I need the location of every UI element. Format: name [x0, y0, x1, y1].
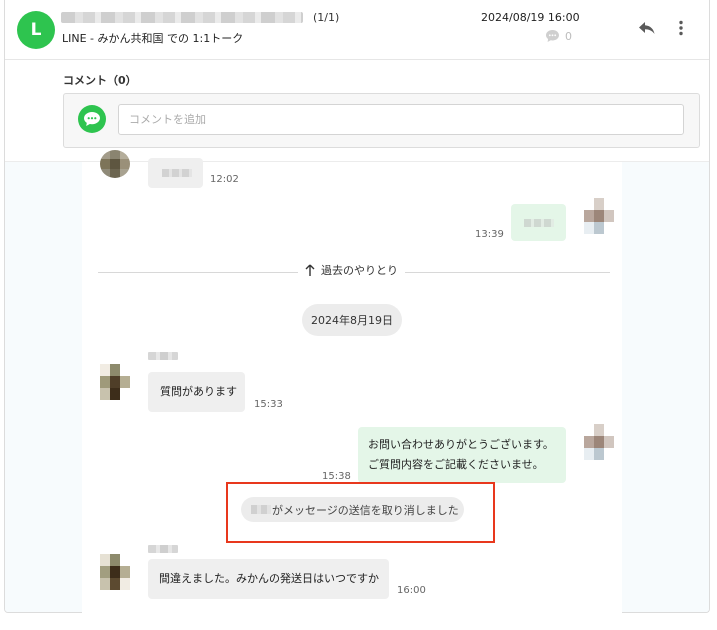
date-separator: 2024年8月19日: [302, 304, 402, 336]
comment-heading: コメント（0）: [63, 74, 137, 87]
reply-arrow-icon: [639, 22, 655, 34]
message-time: 15:33: [254, 399, 283, 410]
up-arrow-icon: [305, 264, 315, 276]
chat-bubble-icon: [78, 105, 106, 133]
message-bubble-outgoing: [511, 204, 566, 241]
sender-avatar: [100, 364, 130, 400]
message-text-line-1: お問い合わせありがとうございます。: [368, 438, 554, 451]
message-time: 13:39: [475, 229, 504, 240]
sender-name-redacted: [148, 545, 178, 553]
comment-count-value: 0: [565, 29, 572, 43]
message-bubble-incoming: 間違えました。みかんの発送日はいつですか: [148, 559, 389, 599]
message-text: 質問があります: [160, 385, 237, 398]
message-text: 間違えました。みかんの発送日はいつですか: [159, 572, 379, 585]
message-bubble-incoming: 質問があります: [148, 372, 245, 412]
vertical-dots-icon: [679, 20, 683, 36]
comment-counter[interactable]: 0: [545, 29, 572, 43]
operator-avatar: [584, 198, 614, 234]
past-history-label: 過去のやりとり: [321, 264, 398, 277]
comment-input[interactable]: [118, 104, 684, 135]
message-bubble-outgoing: お問い合わせありがとうございます。 ご質問内容をご記載くださいませ。: [358, 427, 566, 483]
message-count: (1/1): [313, 11, 340, 24]
comment-section: コメント（0）: [5, 61, 709, 162]
operator-avatar: [584, 424, 614, 460]
sender-name-redacted: [61, 12, 303, 23]
reply-button[interactable]: [635, 16, 659, 40]
speech-bubble-icon: [546, 30, 559, 42]
highlight-box: [226, 482, 495, 543]
line-channel-avatar: L: [17, 11, 55, 49]
more-options-button[interactable]: [671, 16, 691, 40]
comment-box: [63, 93, 700, 148]
conversation-subtitle: LINE - みかん共和国 での 1:1トーク: [62, 32, 244, 45]
sender-avatar: [100, 554, 130, 590]
message-time: 12:02: [210, 174, 239, 185]
sender-avatar: [100, 150, 130, 178]
message-bubble-incoming: [148, 158, 203, 188]
message-header: L (1/1) LINE - みかん共和国 での 1:1トーク 2024/08/…: [5, 0, 709, 60]
past-history-link[interactable]: 過去のやりとり: [298, 262, 405, 278]
sender-name-redacted: [148, 352, 178, 360]
message-text-line-2: ご質問内容をご記載くださいませ。: [368, 458, 544, 471]
message-time: 15:38: [322, 471, 351, 482]
message-time: 16:00: [397, 585, 426, 596]
message-datetime: 2024/08/19 16:00: [481, 11, 580, 24]
